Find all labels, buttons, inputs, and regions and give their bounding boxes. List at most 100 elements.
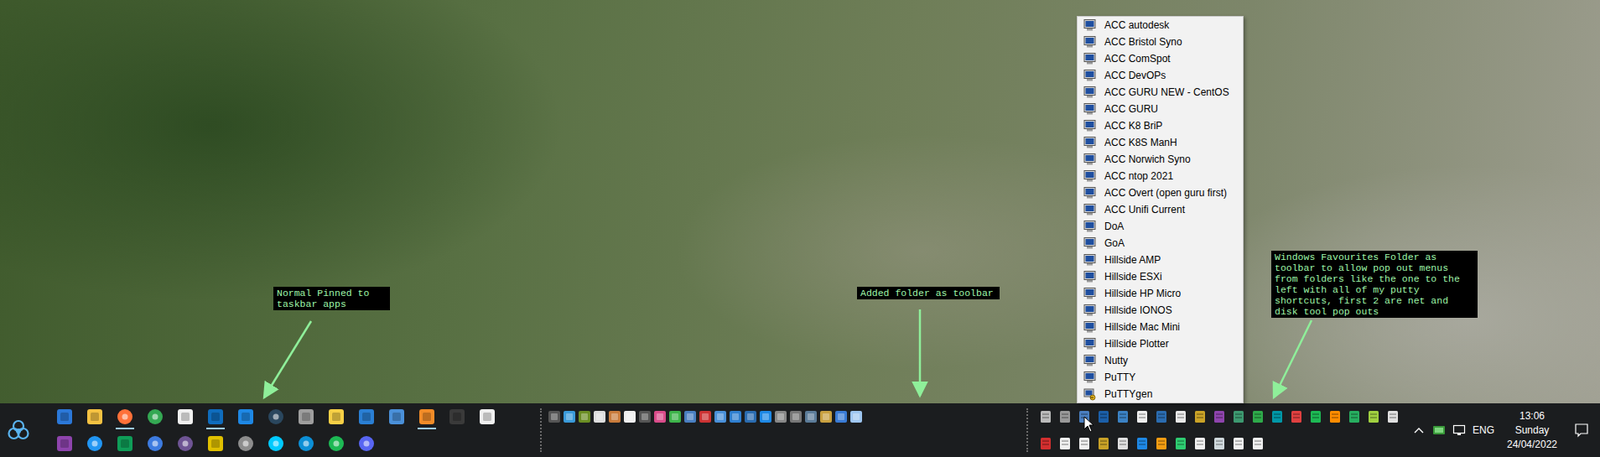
favourite-shortcut[interactable] — [1054, 430, 1075, 457]
favourite-shortcut[interactable] — [1189, 430, 1210, 457]
favourite-shortcut[interactable] — [1112, 403, 1133, 431]
pinned-app[interactable] — [200, 430, 231, 457]
favourite-shortcut[interactable] — [1305, 403, 1325, 431]
folder-shortcut[interactable] — [742, 403, 759, 431]
menu-item[interactable]: ACC Norwich Syno — [1077, 150, 1243, 168]
pinned-app[interactable] — [140, 430, 171, 457]
folder-shortcut[interactable] — [727, 403, 743, 431]
folder-shortcut[interactable] — [561, 403, 577, 431]
favourite-shortcut[interactable] — [1054, 403, 1075, 431]
pinned-app[interactable] — [260, 430, 291, 457]
language-indicator[interactable]: ENG — [1469, 403, 1498, 457]
favourite-shortcut[interactable] — [1267, 403, 1287, 431]
menu-item[interactable]: ACC GURU NEW - CentOS — [1077, 83, 1243, 101]
tray-app[interactable] — [1428, 403, 1450, 457]
folder-shortcut[interactable] — [788, 403, 804, 431]
favourite-shortcut[interactable] — [1112, 430, 1133, 457]
folder-shortcut[interactable] — [546, 403, 562, 431]
show-hidden-icons-button[interactable] — [1408, 403, 1429, 457]
folder-shortcut[interactable] — [576, 403, 593, 431]
menu-item[interactable]: ACC ntop 2021 — [1077, 167, 1243, 185]
favourite-shortcut[interactable] — [1228, 430, 1248, 457]
pinned-app[interactable] — [79, 403, 110, 431]
pinned-app[interactable] — [441, 403, 473, 431]
favourite-shortcut[interactable] — [1247, 430, 1268, 457]
favourite-shortcut[interactable] — [1132, 403, 1152, 431]
menu-item[interactable]: DoA — [1077, 218, 1243, 235]
pinned-app[interactable] — [49, 430, 80, 457]
menu-item[interactable]: Hillside Mac Mini — [1077, 318, 1243, 336]
pinned-app[interactable] — [381, 403, 412, 431]
pinned-app[interactable] — [170, 403, 201, 431]
pinned-app[interactable] — [109, 430, 141, 457]
pinned-app[interactable] — [140, 403, 171, 431]
folder-shortcut[interactable] — [712, 403, 728, 431]
favourite-shortcut[interactable] — [1035, 403, 1055, 431]
favourite-shortcut[interactable] — [1093, 430, 1113, 457]
menu-item[interactable]: Nutty — [1077, 352, 1243, 369]
folder-shortcut[interactable] — [697, 403, 713, 431]
favourite-shortcut[interactable] — [1189, 403, 1210, 431]
toolbar-grip[interactable] — [540, 408, 547, 452]
menu-item[interactable]: ACC Bristol Syno — [1077, 33, 1243, 51]
folder-shortcut[interactable] — [818, 403, 834, 431]
folder-shortcut[interactable] — [652, 403, 668, 431]
folder-shortcut[interactable] — [803, 403, 819, 431]
pinned-app[interactable] — [351, 430, 382, 457]
menu-item[interactable]: Hillside IONOS — [1077, 301, 1243, 319]
folder-shortcut[interactable] — [848, 403, 864, 431]
pinned-app[interactable] — [109, 403, 141, 431]
notification-button[interactable] — [1566, 403, 1597, 457]
favourite-shortcut[interactable] — [1074, 430, 1094, 457]
favourite-shortcut[interactable] — [1363, 403, 1383, 431]
menu-item[interactable]: ACC ComSpot — [1077, 50, 1243, 68]
favourite-shortcut[interactable] — [1170, 430, 1190, 457]
pinned-app[interactable] — [200, 403, 231, 431]
pinned-app[interactable] — [290, 403, 322, 431]
folder-shortcut[interactable] — [592, 403, 608, 431]
folder-shortcut[interactable] — [637, 403, 653, 431]
menu-item[interactable]: Hillside HP Micro — [1077, 285, 1243, 302]
favourite-shortcut[interactable] — [1209, 403, 1229, 431]
network-button[interactable] — [1449, 403, 1470, 457]
pinned-app[interactable] — [290, 430, 322, 457]
menu-item[interactable]: Hillside Plotter — [1077, 335, 1243, 353]
favourite-shortcut[interactable] — [1035, 430, 1055, 457]
favourite-shortcut[interactable] — [1344, 403, 1364, 431]
menu-item[interactable]: ACC K8S ManH — [1077, 134, 1243, 151]
pinned-app[interactable] — [49, 403, 80, 431]
menu-item[interactable]: Hillside ESXi — [1077, 268, 1243, 286]
menu-item[interactable]: ACC K8 BriP — [1077, 117, 1243, 135]
favourite-shortcut[interactable] — [1382, 403, 1403, 431]
pinned-app[interactable] — [472, 403, 503, 431]
folder-shortcut[interactable] — [607, 403, 623, 431]
menu-item[interactable]: GoA — [1077, 234, 1243, 252]
favourite-shortcut[interactable] — [1324, 403, 1345, 431]
pinned-app[interactable] — [230, 403, 261, 431]
pinned-app[interactable] — [230, 430, 261, 457]
pinned-app[interactable] — [321, 430, 352, 457]
menu-item[interactable]: ACC Unifi Current — [1077, 201, 1243, 219]
folder-shortcut[interactable] — [682, 403, 698, 431]
clock[interactable]: 13:06 Sunday 24/04/2022 — [1497, 403, 1567, 457]
favourite-shortcut[interactable] — [1247, 403, 1268, 431]
folder-shortcut[interactable] — [758, 403, 774, 431]
menu-item[interactable]: PuTTYgen — [1077, 385, 1243, 403]
favourite-shortcut[interactable] — [1170, 403, 1190, 431]
menu-item[interactable]: Hillside AMP — [1077, 251, 1243, 269]
menu-item[interactable]: ACC GURU — [1077, 100, 1243, 118]
favourite-shortcut[interactable] — [1151, 403, 1171, 431]
favourite-shortcut[interactable] — [1132, 430, 1152, 457]
toolbar-grip[interactable] — [1026, 408, 1034, 452]
start-button[interactable] — [0, 403, 37, 457]
folder-shortcut[interactable] — [667, 403, 683, 431]
favourite-shortcut[interactable] — [1151, 430, 1171, 457]
pinned-app[interactable] — [321, 403, 352, 431]
pinned-app[interactable] — [79, 430, 110, 457]
favourite-shortcut[interactable] — [1286, 403, 1306, 431]
menu-item[interactable]: ACC Overt (open guru first) — [1077, 184, 1243, 202]
menu-item[interactable]: ACC autodesk — [1077, 16, 1243, 34]
pinned-app[interactable] — [260, 403, 291, 431]
pinned-app[interactable] — [170, 430, 201, 457]
favourite-shortcut[interactable] — [1074, 403, 1094, 431]
